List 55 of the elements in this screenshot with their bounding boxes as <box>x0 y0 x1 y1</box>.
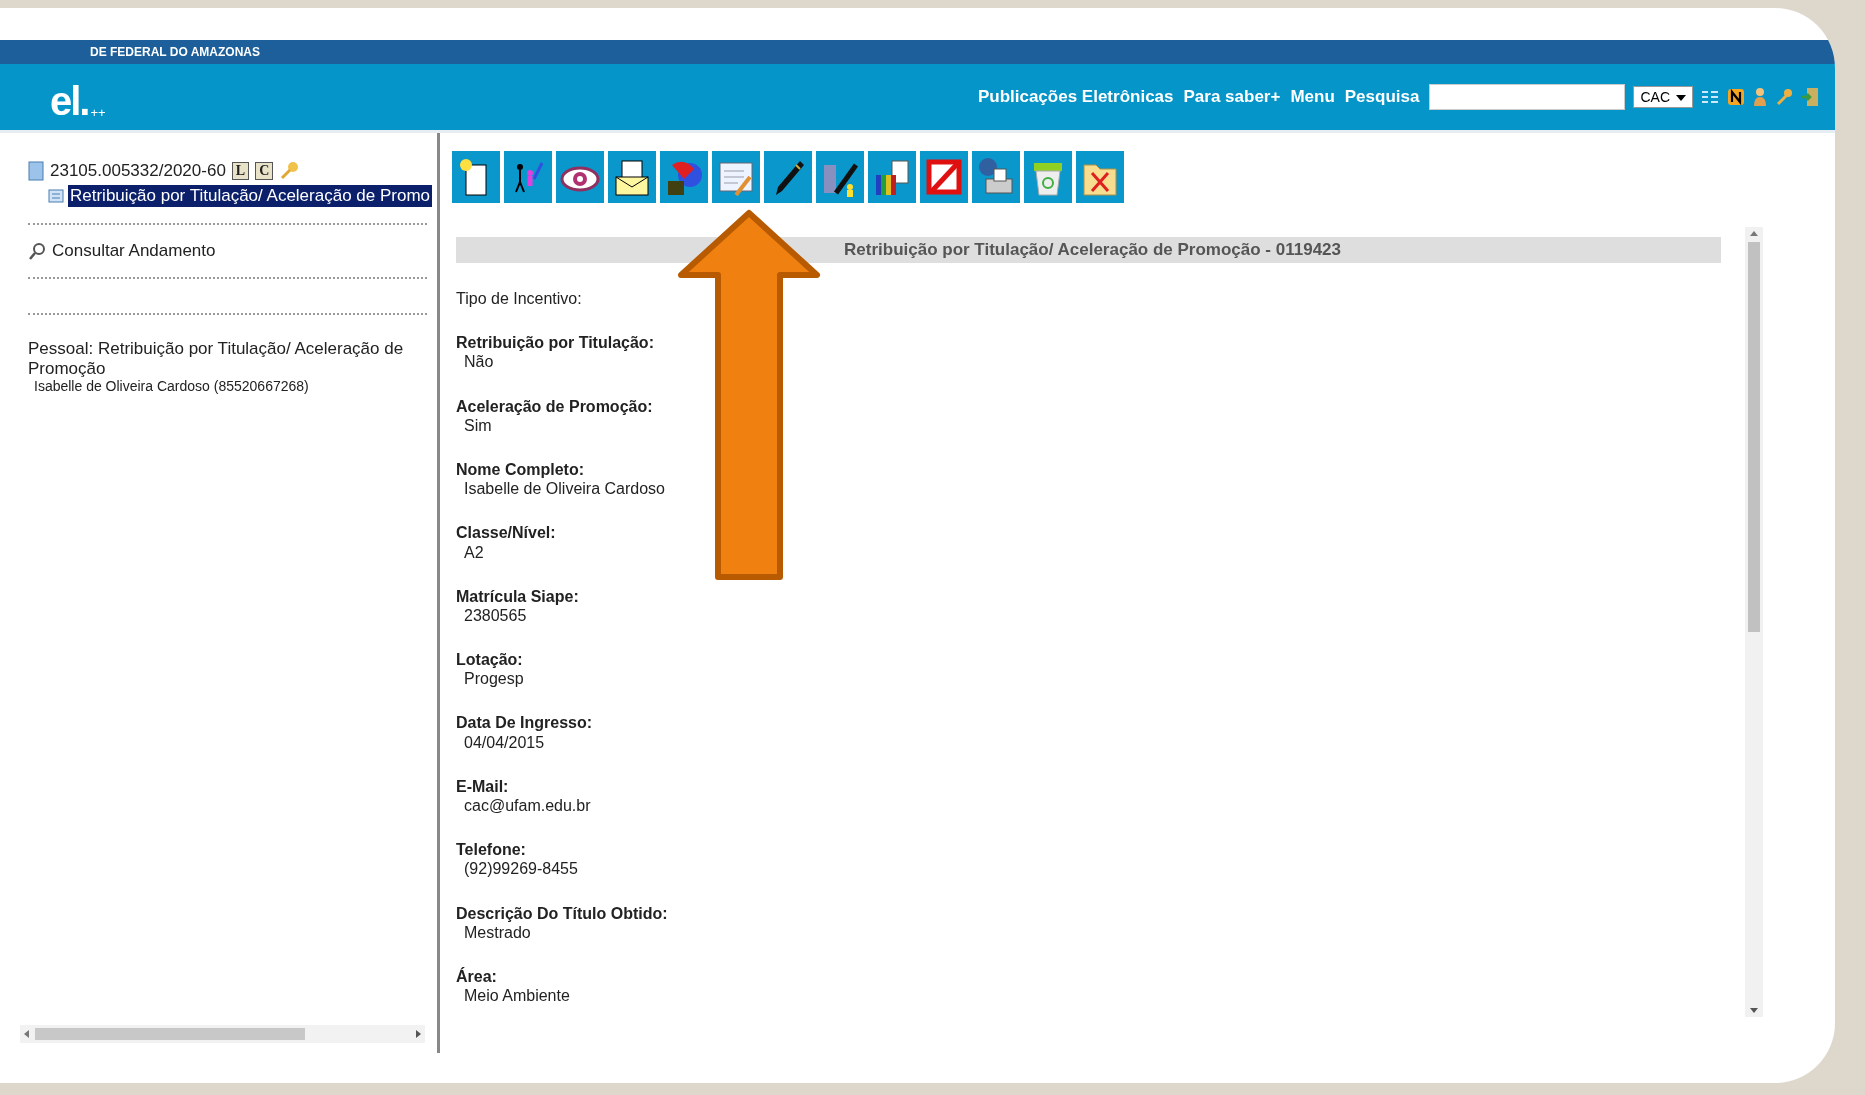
consult-link[interactable]: Consultar Andamento <box>52 241 216 261</box>
form-edit-icon[interactable] <box>712 151 760 203</box>
search-icon <box>28 242 46 260</box>
cancel-icon[interactable] <box>920 151 968 203</box>
folder-remove-icon[interactable] <box>1076 151 1124 203</box>
field-value: Isabelle de Oliveira Cardoso <box>464 479 666 499</box>
document-icon <box>48 189 64 203</box>
vertical-scrollbar[interactable] <box>1745 227 1763 1017</box>
organization-name: DE FEDERAL DO AMAZONAS <box>90 45 260 59</box>
field-value: A2 <box>464 542 485 562</box>
process-icon <box>28 161 44 181</box>
search-field[interactable] <box>1429 84 1626 110</box>
field-value: 2380565 <box>464 605 528 626</box>
binders-icon[interactable] <box>868 151 916 203</box>
unit-select[interactable]: CAC <box>1633 86 1693 108</box>
field-value: Mestrado <box>464 922 532 942</box>
field-label: Data De Ingresso: <box>456 713 594 733</box>
field-value: cac@ufam.edu.br <box>464 796 592 816</box>
field-label: Matrícula Siape: <box>456 586 580 606</box>
key-icon <box>279 161 300 181</box>
field-label: Descrição Do Título Obtido: <box>456 903 669 923</box>
field-label: Área: <box>456 966 498 987</box>
field-label: Lotação: <box>456 650 524 670</box>
pen-building-icon[interactable] <box>816 151 864 203</box>
field-label: E-Mail: <box>456 776 510 796</box>
logo: el. <box>50 79 89 124</box>
field-label: Classe/Nível: <box>456 523 557 543</box>
pen-icon[interactable] <box>764 151 812 203</box>
list-icon[interactable] <box>1701 89 1719 105</box>
field-value: Não <box>464 352 495 372</box>
field-label: Tipo de Incentivo: <box>456 289 583 309</box>
horizontal-scrollbar[interactable] <box>20 1025 425 1043</box>
field-value: Progesp <box>464 669 525 689</box>
field-value: Meio Ambiente <box>464 986 571 1006</box>
marker-button[interactable]: C <box>255 162 274 180</box>
field-label: Telefone: <box>456 840 527 860</box>
document-title: Retribuição por Titulação/ Aceleração de Promoção - 0119423 <box>456 237 1721 263</box>
new-document-icon[interactable] <box>452 151 500 203</box>
field-value: Sim <box>464 415 493 435</box>
field-label: Nome Completo: <box>456 459 585 480</box>
eye-icon[interactable] <box>556 151 604 203</box>
interested-person: Isabelle de Oliveira Cardoso (85520667268) <box>34 378 310 395</box>
field-value: (92)99269-8455 <box>464 859 579 879</box>
process-number[interactable]: 23105.005332/2020-60 <box>50 161 226 181</box>
field-label: Aceleração de Promoção: <box>456 396 654 416</box>
recycle-bin-icon[interactable] <box>1024 151 1072 203</box>
user-icon[interactable] <box>1753 87 1767 107</box>
marker-button[interactable]: L <box>231 162 250 180</box>
document-link[interactable]: Retribuição por Titulação/ Aceleração de Promo <box>68 185 433 207</box>
people-icon[interactable] <box>504 151 552 203</box>
envelope-icon[interactable] <box>608 151 656 203</box>
field-label: Retribuição por Titulação: <box>456 333 655 353</box>
field-value: 04/04/2015 <box>464 732 546 752</box>
logo-suffix: ++ <box>90 105 106 120</box>
process-type: Pessoal: Retribuição por Titulação/ Aceleração de Promoção <box>28 339 405 379</box>
